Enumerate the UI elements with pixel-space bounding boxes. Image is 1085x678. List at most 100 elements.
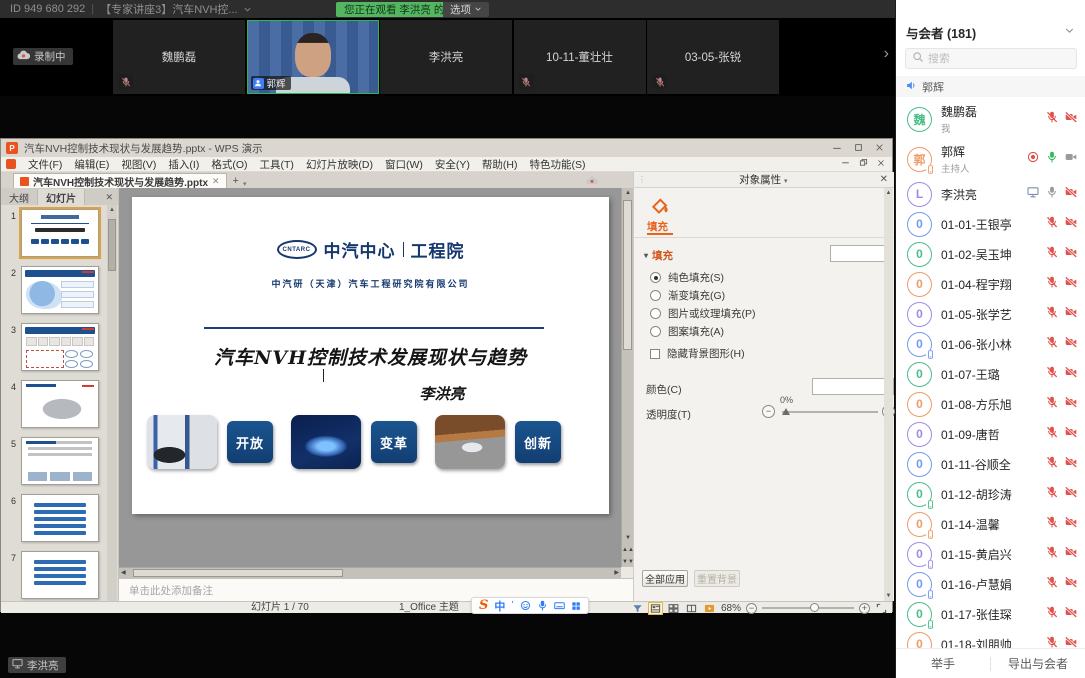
slide-sorter-view-button[interactable] xyxy=(667,603,680,614)
document-restore-icon[interactable] xyxy=(859,158,868,170)
thumbnail-scrollbar[interactable]: ▲ xyxy=(107,205,117,601)
participant-row[interactable]: 001-12-胡珍涛 xyxy=(896,479,1085,509)
zoom-slider-thumb[interactable] xyxy=(810,603,819,612)
menu-幻灯片放映[interactable]: 幻灯片放映(D) xyxy=(300,157,379,172)
document-close-icon[interactable] xyxy=(877,158,885,170)
next-videos-arrow[interactable]: › xyxy=(884,44,889,64)
ime-punctuation-icon[interactable]: ’ xyxy=(511,600,513,611)
video-tile[interactable]: 10-11-董壮壮 xyxy=(514,20,646,94)
export-participants-button[interactable]: 导出与会者 xyxy=(991,655,1085,672)
vertical-scrollbar[interactable]: ▲ ▼ ▲▲ ▼▼ xyxy=(621,188,633,567)
menu-格式[interactable]: 格式(O) xyxy=(205,157,253,172)
participant-row[interactable]: 郭郭辉主持人 xyxy=(896,139,1085,179)
document-minimize-icon[interactable] xyxy=(841,158,850,170)
transparency-slider-track[interactable] xyxy=(782,411,878,413)
slide-thumbnail[interactable] xyxy=(21,494,99,542)
keyboard-icon[interactable] xyxy=(554,600,565,611)
normal-view-button[interactable] xyxy=(649,603,662,614)
new-tab-button[interactable]: + xyxy=(233,174,239,188)
menu-文件[interactable]: 文件(F) xyxy=(22,157,68,172)
hide-background-checkbox[interactable]: 隐藏背景图形(H) xyxy=(650,346,745,361)
apply-all-button[interactable]: 全部应用 xyxy=(642,570,688,587)
participant-row[interactable]: 001-11-谷顺全 xyxy=(896,449,1085,479)
document-tab[interactable]: 汽车NVH控制技术现状与发展趋势.pptx ✕ xyxy=(13,173,227,188)
sidebar-close-icon[interactable]: ✕ xyxy=(105,192,118,205)
slide-thumbnail[interactable] xyxy=(21,323,99,371)
transparency-slider-thumb[interactable] xyxy=(782,408,790,415)
participant-row[interactable]: 001-09-唐哲 xyxy=(896,419,1085,449)
slide-title-text[interactable]: 汽车NVH控制技术发展现状与趋势 xyxy=(132,343,609,370)
scrollbar-thumb[interactable] xyxy=(108,219,116,271)
fit-slide-button[interactable] xyxy=(875,603,888,614)
slide-thumbnail[interactable] xyxy=(21,437,99,485)
video-tile[interactable]: 魏鹏磊 xyxy=(113,20,245,94)
fill-section-header[interactable]: ▾填充 xyxy=(644,248,673,263)
ime-toolbox-icon[interactable] xyxy=(571,601,581,611)
video-tile[interactable]: 03-05-张锐 xyxy=(647,20,779,94)
participant-row[interactable]: 001-05-张学艺 xyxy=(896,299,1085,329)
slide-thumbnail[interactable] xyxy=(21,551,99,599)
tab-close-icon[interactable]: ✕ xyxy=(212,176,220,187)
ime-mode-toggle[interactable]: 中 xyxy=(494,598,505,614)
scroll-up-arrow[interactable]: ▲ xyxy=(107,207,117,213)
tab-slides[interactable]: 幻灯片 xyxy=(38,189,85,205)
chevron-down-icon[interactable] xyxy=(243,5,252,14)
scrollbar-thumb[interactable] xyxy=(623,200,632,350)
fill-option[interactable]: 纯色填充(S) xyxy=(650,272,756,283)
slide-image[interactable] xyxy=(435,415,505,469)
emoji-icon[interactable] xyxy=(520,600,531,611)
tab-outline[interactable]: 大纲 xyxy=(1,189,38,205)
chevron-down-icon[interactable] xyxy=(1064,25,1075,39)
checkbox[interactable] xyxy=(650,349,660,359)
radio-button[interactable] xyxy=(650,326,661,337)
slide-button-创新[interactable]: 创新 xyxy=(515,421,561,463)
slideshow-button[interactable] xyxy=(703,603,716,614)
participant-row[interactable]: 001-16-卢慧娟 xyxy=(896,569,1085,599)
color-dropdown[interactable]: ▾ xyxy=(812,378,894,395)
slide-button-变革[interactable]: 变革 xyxy=(371,421,417,463)
menu-工具[interactable]: 工具(T) xyxy=(254,157,300,172)
watch-options-button[interactable]: 选项 xyxy=(443,2,489,17)
menu-窗口[interactable]: 窗口(W) xyxy=(379,157,429,172)
panel-drag-handle[interactable]: ⋮ xyxy=(638,175,647,184)
participant-row[interactable]: 001-01-王银亭 xyxy=(896,209,1085,239)
participant-row[interactable]: 001-14-温馨 xyxy=(896,509,1085,539)
slide-image[interactable] xyxy=(147,415,217,469)
slide-thumbnail[interactable] xyxy=(21,380,99,428)
minimize-icon[interactable] xyxy=(832,143,842,153)
participant-row[interactable]: 001-04-程宇翔 xyxy=(896,269,1085,299)
zoom-out-button[interactable]: − xyxy=(746,603,757,614)
video-tile[interactable]: 李洪亮 xyxy=(380,20,512,94)
radio-button[interactable] xyxy=(650,308,661,319)
fill-color-swatch[interactable] xyxy=(830,245,890,262)
search-input[interactable] xyxy=(928,53,1058,65)
scroll-down-arrow[interactable]: ▼ xyxy=(884,593,893,599)
radio-button[interactable] xyxy=(650,272,661,283)
radio-button[interactable] xyxy=(650,290,661,301)
menu-插入[interactable]: 插入(I) xyxy=(162,157,205,172)
zoom-in-button[interactable]: + xyxy=(859,603,870,614)
menu-视图[interactable]: 视图(V) xyxy=(115,157,162,172)
participant-search[interactable] xyxy=(905,48,1077,69)
participant-row[interactable]: 001-17-张佳琛 xyxy=(896,599,1085,629)
participant-row[interactable]: 001-06-张小林 xyxy=(896,329,1085,359)
menu-帮助[interactable]: 帮助(H) xyxy=(476,157,524,172)
slide-image[interactable] xyxy=(291,415,361,469)
slide-thumbnail[interactable] xyxy=(21,266,99,314)
transparency-decrease-button[interactable]: − xyxy=(762,405,775,418)
fill-tab[interactable]: 填充 xyxy=(647,219,668,234)
participant-row[interactable]: 001-08-方乐旭 xyxy=(896,389,1085,419)
panel-scrollbar[interactable]: ▲ ▼ xyxy=(884,188,893,601)
maximize-icon[interactable] xyxy=(854,143,863,153)
video-tile[interactable]: 郭辉 xyxy=(247,20,379,94)
raise-hand-button[interactable]: 举手 xyxy=(896,655,990,672)
fill-option[interactable]: 渐变填充(G) xyxy=(650,290,756,301)
participant-row[interactable]: 001-15-黄启兴 xyxy=(896,539,1085,569)
participant-row[interactable]: 001-02-吴玉坤 xyxy=(896,239,1085,269)
slide[interactable]: CNTARC 中汽中心 工程院 中汽研（天津）汽车工程研究院有限公司 汽车NVH… xyxy=(132,197,609,514)
slide-author-text[interactable]: 李洪亮 xyxy=(382,383,502,404)
close-icon[interactable] xyxy=(875,143,884,153)
reading-view-button[interactable] xyxy=(685,603,698,614)
fill-option[interactable]: 图案填充(A) xyxy=(650,326,756,337)
menu-特色功能[interactable]: 特色功能(S) xyxy=(524,157,592,172)
